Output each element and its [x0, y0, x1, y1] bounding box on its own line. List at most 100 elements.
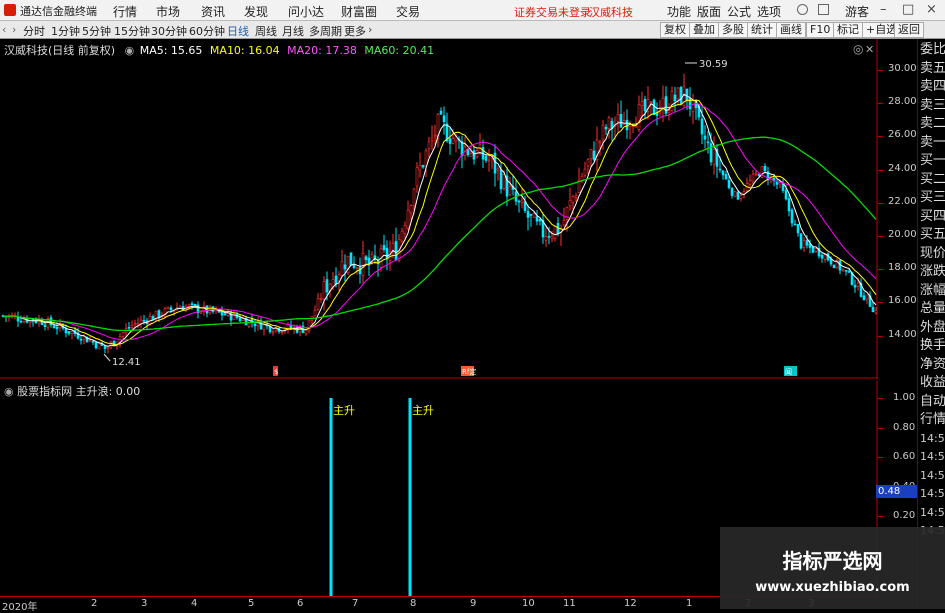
signal-label-1: 主升 — [333, 404, 355, 417]
f10-button[interactable]: F10 — [806, 22, 835, 38]
price-tick — [878, 103, 883, 105]
candle-up — [427, 141, 431, 149]
candle-up — [550, 235, 554, 239]
period-multi[interactable]: 多周期 — [309, 23, 342, 39]
candle-down — [847, 271, 851, 273]
adjust-button[interactable]: 复权 — [660, 22, 690, 38]
price-tick — [878, 70, 883, 71]
close-icon[interactable]: × — [926, 2, 937, 17]
draw-line-button[interactable]: 画线 — [776, 22, 806, 38]
candle-up — [109, 341, 113, 348]
candle-down — [112, 340, 116, 346]
stats-button[interactable]: 统计 — [747, 22, 777, 38]
candle-up — [748, 180, 752, 185]
candle-down — [796, 223, 800, 234]
indicator-header: ◉ 股票指标网 主升浪: 0.00 — [4, 383, 140, 399]
period-daily[interactable]: 日线 — [227, 23, 249, 39]
kline-chart[interactable]: 30.59 12.41 $ Rf定 闻 — [0, 39, 878, 379]
candle-up — [451, 138, 455, 144]
period-intraday[interactable]: 分时 — [23, 23, 45, 39]
quote-field-label: 14:56 — [920, 450, 945, 463]
multi-stock-button[interactable]: 多股 — [718, 22, 748, 38]
help-icon[interactable] — [797, 4, 808, 15]
candle-down — [142, 320, 146, 322]
candle-up — [412, 188, 416, 206]
candle-up — [391, 243, 395, 251]
price-tick — [878, 236, 883, 237]
candle-down — [592, 150, 596, 160]
candle-up — [577, 180, 581, 194]
candle-up — [418, 164, 422, 171]
login-warning[interactable]: 证券交易未登录 — [514, 4, 591, 20]
period-monthly[interactable]: 月线 — [282, 23, 304, 39]
candle-down — [223, 313, 227, 316]
menu-trade[interactable]: 交易 — [396, 3, 420, 20]
candle-up — [166, 306, 170, 309]
quote-field-label: 外盘 — [920, 319, 945, 335]
formula-button[interactable]: 公式 — [727, 3, 751, 20]
options-button[interactable]: 选项 — [757, 3, 781, 20]
candle-up — [319, 298, 323, 300]
candle-up — [583, 168, 587, 176]
date-label: 3 — [141, 598, 148, 609]
menu-wealth[interactable]: 财富圈 — [341, 3, 377, 20]
candle-down — [439, 110, 443, 115]
candle-up — [322, 281, 326, 300]
quote-field-label: 买五 — [920, 227, 945, 242]
period-60min[interactable]: 60分钟 — [189, 23, 225, 39]
candle-up — [415, 167, 419, 187]
candle-down — [643, 99, 647, 112]
candle-up — [508, 186, 512, 195]
return-button[interactable]: 返回 — [894, 22, 924, 38]
expand-icon[interactable]: ✕ — [865, 43, 874, 56]
layout-button[interactable]: 版面 — [697, 3, 721, 20]
guest-label[interactable]: 游客 — [845, 3, 869, 20]
price-tick — [878, 335, 883, 337]
maximize-icon[interactable]: □ — [902, 2, 914, 17]
forward-arrow-icon[interactable]: › — [12, 23, 16, 36]
overlay-button[interactable]: 叠加 — [689, 22, 719, 38]
menu-market[interactable]: 市场 — [156, 3, 180, 20]
candle-down — [238, 317, 242, 322]
candle-down — [838, 260, 842, 271]
menu-quotes[interactable]: 行情 — [113, 3, 137, 20]
minimize-icon[interactable]: – — [880, 2, 887, 17]
more-chevron-icon[interactable]: › — [368, 23, 372, 36]
mark-button[interactable]: 标记 — [833, 22, 863, 38]
chart-options-icon[interactable]: ◎ — [853, 42, 863, 56]
candle-up — [409, 205, 413, 213]
price-axis-label: 24.00 — [888, 162, 917, 174]
indicator-tick — [878, 427, 883, 429]
candle-up — [433, 134, 437, 137]
candle-down — [730, 187, 734, 196]
ma-lines-group — [2, 93, 877, 347]
watermark: 指标严选网 www.xuezhibiao.com — [720, 527, 945, 609]
indicator-gear-icon[interactable]: ◉ — [4, 385, 14, 398]
indicator-title: 股票指标网 主升浪: 0.00 — [17, 385, 141, 398]
candle-up — [487, 159, 491, 162]
candle-down — [700, 118, 704, 135]
indicator-axis-label: 0.80 — [893, 421, 916, 433]
period-more[interactable]: 更多 — [344, 23, 366, 39]
menu-ask[interactable]: 问小达 — [288, 3, 324, 20]
period-weekly[interactable]: 周线 — [255, 23, 277, 39]
period-30min[interactable]: 30分钟 — [151, 23, 187, 39]
back-arrow-icon[interactable]: ‹ — [2, 23, 6, 36]
candle-down — [349, 252, 353, 266]
candle-down — [736, 191, 740, 200]
candle-down — [253, 323, 257, 327]
period-15min[interactable]: 15分钟 — [114, 23, 150, 39]
gear-icon[interactable]: ◉ — [125, 44, 135, 57]
candle-up — [751, 173, 755, 182]
function-button[interactable]: 功能 — [667, 3, 691, 20]
candle-up — [574, 195, 578, 198]
candle-up — [70, 331, 74, 334]
menu-discover[interactable]: 发现 — [244, 3, 268, 20]
settings-icon[interactable] — [818, 4, 829, 15]
menu-news[interactable]: 资讯 — [201, 3, 225, 20]
candle-up — [568, 200, 572, 207]
quote-field-label: 收益 — [920, 375, 945, 390]
period-5min[interactable]: 5分钟 — [82, 23, 111, 39]
period-1min[interactable]: 1分钟 — [51, 23, 80, 39]
quote-field-label: 现价 — [920, 245, 945, 261]
